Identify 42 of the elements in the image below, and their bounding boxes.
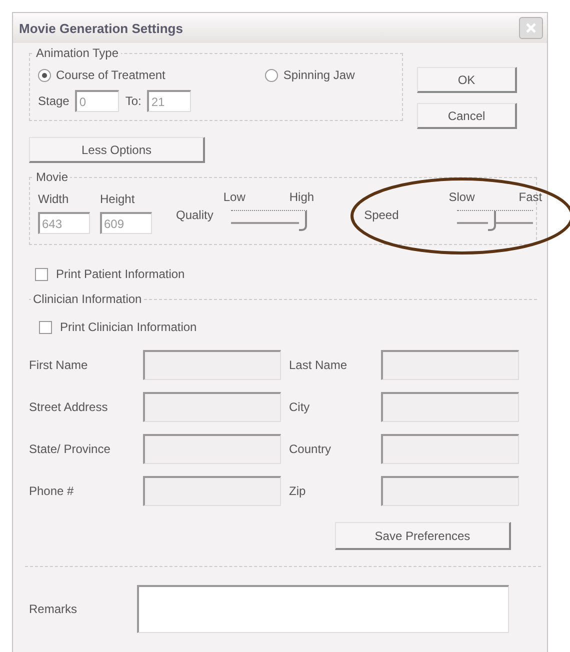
checkbox-label: Print Clinician Information	[60, 320, 197, 334]
radio-label: Course of Treatment	[56, 68, 166, 82]
field-label: Country	[289, 442, 332, 456]
remarks-field[interactable]	[137, 585, 510, 633]
group-legend: Clinician Information	[31, 292, 144, 306]
group-legend: Movie	[34, 170, 70, 184]
close-icon	[525, 22, 537, 34]
checkbox-label: Print Patient Information	[56, 267, 185, 281]
width-label: Width	[38, 192, 69, 206]
height-label: Height	[100, 192, 135, 206]
slider-track[interactable]	[457, 208, 534, 234]
ok-button[interactable]: OK	[417, 67, 517, 93]
low-label: Low	[223, 190, 246, 204]
group-legend: Animation Type	[34, 46, 120, 60]
field-label: Phone #	[29, 484, 75, 498]
radio-button[interactable]	[265, 68, 278, 82]
slider-thumb[interactable]	[488, 211, 496, 231]
close-button[interactable]	[519, 17, 543, 39]
field-label: State/ Province	[29, 442, 112, 456]
stage-label: Stage	[38, 94, 70, 108]
field-label: Last Name	[289, 358, 348, 372]
field-label: First Name	[29, 358, 89, 372]
radio-button[interactable]	[38, 68, 51, 82]
save-preferences-button[interactable]: Save Preferences	[335, 522, 511, 550]
cancel-button[interactable]: Cancel	[417, 103, 517, 129]
quality-label: Quality	[176, 208, 214, 222]
slow-label: Slow	[448, 190, 475, 204]
radio-label: Spinning Jaw	[283, 68, 355, 82]
to-label: To:	[125, 94, 142, 108]
field-label: Street Address	[29, 400, 109, 414]
field-label: City	[289, 400, 311, 414]
window-title: Movie Generation Settings	[19, 20, 183, 36]
checkbox[interactable]	[39, 320, 52, 334]
speed-label: Speed	[364, 208, 399, 222]
less-options-button[interactable]: Less Options	[29, 137, 205, 163]
slider-thumb[interactable]	[298, 211, 307, 231]
remarks-label: Remarks	[29, 602, 78, 616]
slider-track[interactable]	[230, 208, 307, 234]
fast-label: Fast	[518, 190, 542, 204]
high-label: High	[289, 190, 314, 204]
field-label: Zip	[289, 484, 307, 498]
checkbox[interactable]	[35, 268, 48, 280]
